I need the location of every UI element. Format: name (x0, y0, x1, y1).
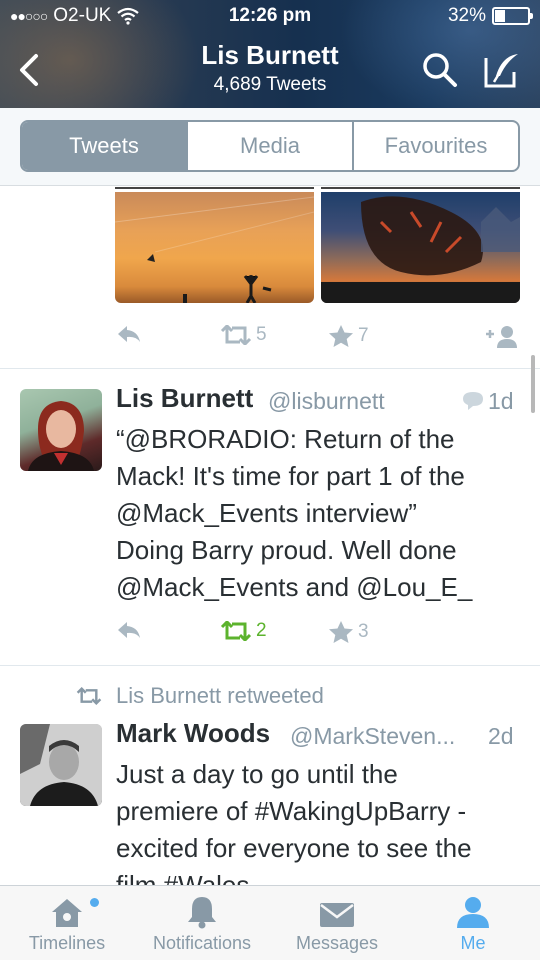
favourite-count: 3 (358, 621, 369, 642)
star-icon (329, 325, 353, 347)
tab-label: Me (460, 933, 486, 953)
tab-messages[interactable]: Messages (286, 886, 388, 960)
tweet-text-line: film #Wales (116, 870, 250, 885)
avatar-image (28, 401, 94, 471)
media-top-edge (115, 187, 314, 189)
conversation-icon (463, 392, 483, 410)
tweet-author-name[interactable]: Mark Woods (116, 718, 270, 749)
tweet-author-name[interactable]: Lis Burnett (116, 383, 253, 414)
follow-button[interactable] (484, 324, 520, 348)
tweet-text-line: Mack! It's time for part 1 of the (116, 461, 465, 491)
favourite-button[interactable]: 7 (328, 324, 369, 348)
tweet-text: Just a day to go until the premiere of #… (116, 756, 521, 885)
star-icon (329, 621, 353, 643)
retweet-icon (220, 325, 252, 345)
avatar-image (20, 724, 102, 806)
tree-photo[interactable] (321, 192, 520, 303)
reply-button[interactable] (116, 324, 142, 344)
retweet-count: 5 (256, 324, 267, 345)
tweet-author-handle[interactable]: @MarkSteven... (290, 723, 455, 750)
tree-silhouette-image (321, 196, 520, 303)
tweet-author-handle[interactable]: @lisburnett (268, 388, 385, 415)
tweet-timestamp: 2d (488, 723, 514, 749)
person-icon (457, 897, 489, 928)
home-icon (52, 899, 82, 927)
sunset-photo[interactable] (115, 192, 314, 303)
favourite-count: 7 (358, 325, 369, 346)
battery-percent: 32% (447, 5, 486, 26)
tweet-text-line: premiere of #WakingUpBarry - (116, 796, 467, 826)
tab-label: Notifications (152, 933, 252, 953)
retweet-button[interactable]: 5 (220, 324, 267, 346)
tweet-text-line: Doing Barry proud. Well done (116, 535, 457, 565)
tab-me[interactable]: Me (432, 886, 514, 960)
profile-tabs-bar: Tweets Media Favourites (0, 108, 540, 186)
tab-notifications[interactable]: Notifications (140, 886, 264, 960)
compose-tweet-icon[interactable] (482, 50, 522, 90)
retweeted-icon (76, 687, 102, 705)
tweet-text-line: Just a day to go until the (116, 759, 398, 789)
scrollbar[interactable] (531, 355, 535, 413)
tweet-divider (0, 368, 540, 369)
tweet-media (115, 187, 520, 303)
sunset-silhouette-image (115, 196, 314, 303)
segmented-control: Tweets Media Favourites (20, 120, 520, 172)
battery-icon (492, 7, 533, 25)
status-bar: ●●○○○ O2-UK 12:26 pm 32% (0, 5, 540, 31)
reply-icon (118, 622, 140, 638)
status-right: 32% (447, 5, 533, 27)
tab-timelines[interactable]: Timelines (14, 886, 120, 960)
envelope-icon (320, 903, 354, 927)
bell-icon (188, 897, 216, 929)
retweet-button[interactable]: 2 (220, 620, 267, 642)
retweet-count: 2 (256, 620, 267, 641)
media-top-edge (321, 187, 520, 189)
tab-label: Messages (295, 933, 379, 953)
tweet-text-line: @Mack_Events and @Lou_E_ (116, 572, 473, 602)
search-icon[interactable] (420, 50, 460, 90)
reply-icon (118, 326, 140, 342)
tab-media[interactable]: Media (186, 122, 352, 170)
favourite-button[interactable]: 3 (328, 620, 369, 644)
avatar[interactable] (20, 724, 102, 806)
tweet-text: “@BRORADIO: Return of the Mack! It's tim… (116, 421, 521, 606)
tweet-text-line: excited for everyone to see the (116, 833, 472, 863)
avatar[interactable] (20, 389, 102, 471)
retweet-icon (220, 621, 252, 641)
retweeted-by-label[interactable]: Lis Burnett retweeted (116, 683, 324, 709)
tweet-timestamp: 1d (488, 388, 514, 414)
tab-favourites[interactable]: Favourites (352, 122, 518, 170)
tweet-text-line: “@BRORADIO: Return of the (116, 424, 455, 454)
tweet-divider (0, 665, 540, 666)
tab-tweets[interactable]: Tweets (22, 122, 186, 170)
add-user-icon (486, 326, 517, 348)
tweet-text-line: @Mack_Events interview” (116, 498, 417, 528)
profile-header: ●●○○○ O2-UK 12:26 pm 32% Lis Burnett 4,6… (0, 0, 540, 108)
unread-indicator (90, 898, 99, 907)
reply-button[interactable] (116, 620, 142, 640)
tab-label: Timelines (28, 933, 106, 953)
bottom-tab-bar: Timelines Notifications Messages Me (0, 885, 540, 960)
tweet-feed[interactable]: 5 7 Lis Burnett @lisburnett 1d “@BRORADI… (0, 187, 540, 885)
